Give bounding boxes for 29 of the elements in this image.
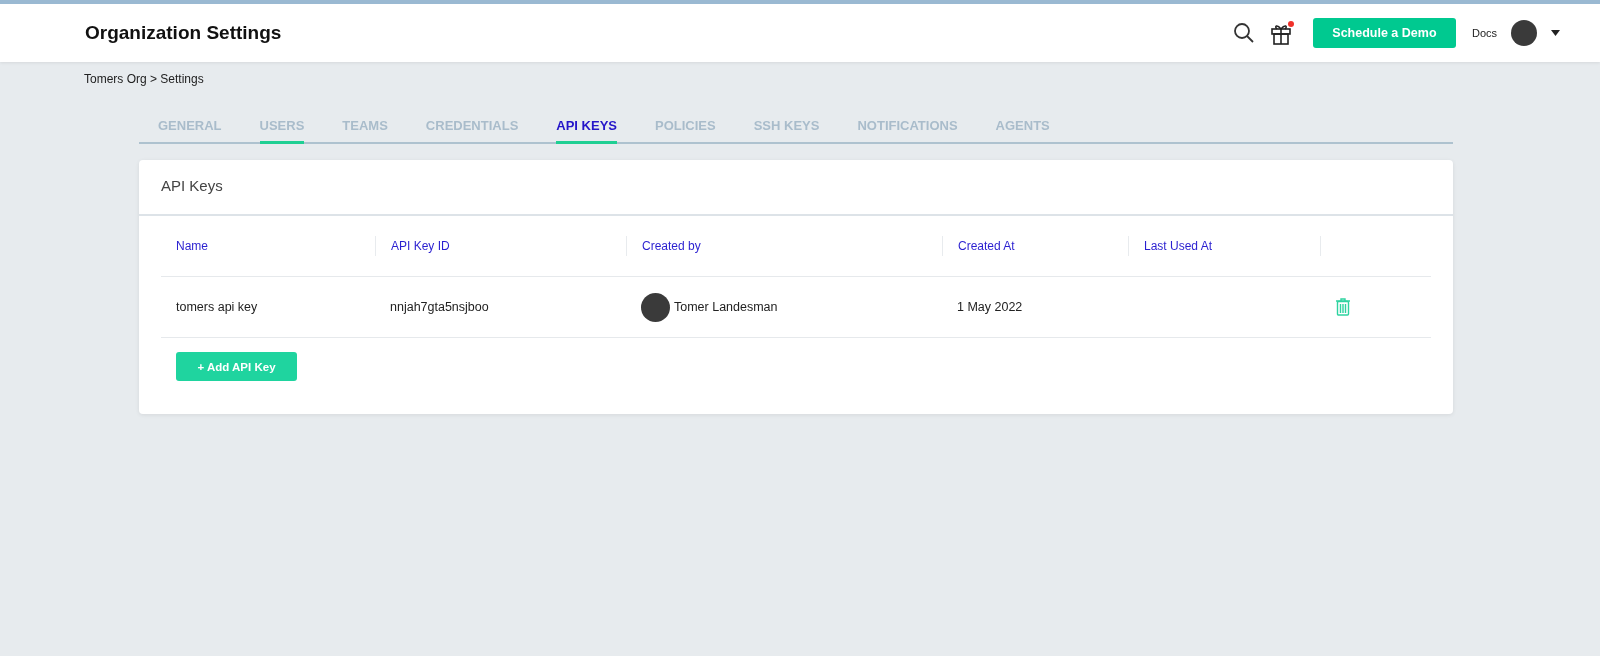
add-api-key-button[interactable]: + Add API Key xyxy=(176,352,297,381)
caret-icon[interactable] xyxy=(1551,30,1560,36)
tab[interactable]: API KEYS xyxy=(556,110,617,144)
docs-link[interactable]: Docs xyxy=(1471,27,1497,39)
tab[interactable]: SSH KEYS xyxy=(753,110,820,144)
tab[interactable]: USERS xyxy=(259,110,305,144)
card-title: API Keys xyxy=(139,160,1453,216)
page-title: Organization Settings xyxy=(85,22,282,44)
column-header: Last Used At xyxy=(1128,236,1320,256)
table-cell-text: tomers api key xyxy=(175,300,259,314)
breadcrumb: Tomers Org > Settings xyxy=(84,71,205,88)
table-cell-text: nnjah7gta5nsjboo xyxy=(389,300,490,314)
tab[interactable]: GENERAL xyxy=(158,110,222,144)
tab[interactable]: TEAMS xyxy=(342,110,388,144)
search-icon[interactable] xyxy=(1232,22,1255,44)
tab[interactable]: POLICIES xyxy=(655,110,716,144)
column-header: Created At xyxy=(942,236,1128,256)
column-header: Name xyxy=(175,238,209,255)
tab[interactable]: NOTIFICATIONS xyxy=(857,110,958,144)
table-cell-text: 1 May 2022 xyxy=(956,300,1024,314)
column-header: Created by xyxy=(626,236,942,256)
tab[interactable]: CREDENTIALS xyxy=(425,110,519,144)
user-avatar xyxy=(641,292,670,322)
column-header: API Key ID xyxy=(375,236,626,256)
table-cell: Tomer Landesman xyxy=(674,300,778,314)
gift-icon[interactable] xyxy=(1268,20,1295,46)
schedule-demo-button[interactable]: Schedule a Demo xyxy=(1312,18,1456,48)
tab[interactable]: AGENTS xyxy=(995,110,1050,144)
user-avatar[interactable] xyxy=(1511,20,1537,46)
